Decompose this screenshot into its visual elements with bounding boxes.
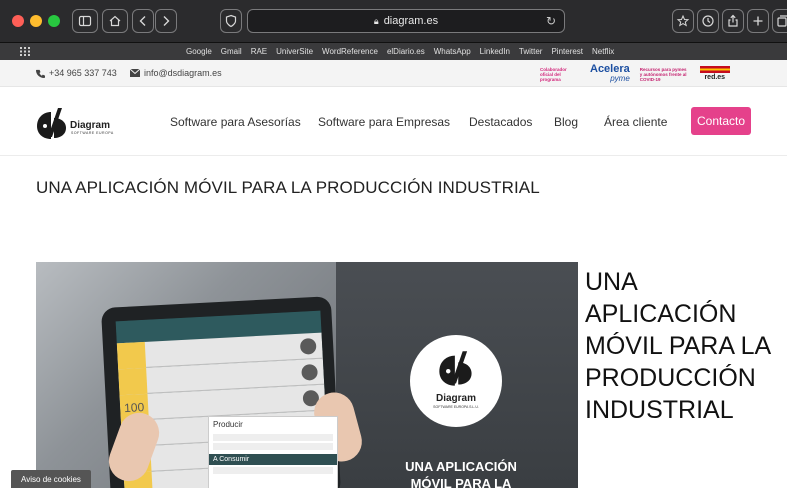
favorite-link[interactable]: Pinterest [551, 47, 583, 56]
tabs-icon [777, 15, 787, 27]
nav-blog[interactable]: Blog [554, 115, 578, 129]
page-title: UNA APLICACIÓN MÓVIL PARA LA PRODUCCIÓN … [36, 178, 540, 197]
nav-software-empresas[interactable]: Software para Empresas [318, 115, 450, 129]
lock-icon: 🔒︎ [373, 15, 379, 26]
email-link[interactable]: info@dsdiagram.es [130, 68, 222, 78]
contact-bar: +34 965 337 743 info@dsdiagram.es Colabo… [0, 60, 787, 87]
favorites-list: Google Gmail RAE UniverSite WordReference elD… [186, 43, 614, 60]
diagram-badge: Diagram SOFTWARE EUROPA S.L.U. [410, 335, 502, 427]
clock-icon [702, 15, 714, 27]
address-bar[interactable]: 🔒︎ diagram.es ↻ [247, 9, 565, 33]
nav-destacados[interactable]: Destacados [469, 115, 532, 129]
popup-subtitle: A Consumir [209, 454, 337, 465]
recursos-logo: Recursos para pymes y autónomos frente a… [639, 66, 687, 82]
close-window-button[interactable] [12, 15, 24, 27]
badge-tagline: SOFTWARE EUROPA S.L.U. [433, 405, 479, 409]
privacy-report-button[interactable] [220, 9, 242, 33]
phone-icon [36, 69, 45, 78]
home-icon [109, 15, 121, 27]
chevron-right-icon [163, 16, 170, 26]
sidebar-toggle-button[interactable] [72, 9, 98, 33]
forward-button[interactable] [155, 9, 177, 33]
red-es-logo: red.es [699, 66, 730, 82]
email-text: info@dsdiagram.es [144, 68, 222, 78]
phone-link[interactable]: +34 965 337 743 [36, 68, 117, 78]
favorite-link[interactable]: RAE [251, 47, 267, 56]
back-button[interactable] [132, 9, 154, 33]
contact-button[interactable]: Contacto [691, 107, 751, 135]
kit-digital-logo: Colaborador oficial del programa [540, 66, 567, 82]
new-tab-button[interactable] [747, 9, 769, 33]
history-button[interactable] [697, 9, 719, 33]
home-button[interactable] [102, 9, 128, 33]
favorite-link[interactable]: UniverSite [276, 47, 313, 56]
brand-name: Diagram [70, 120, 111, 131]
favorite-link[interactable]: WhatsApp [434, 47, 471, 56]
main-navigation: Diagram SOFTWARE EUROPA Software para As… [0, 88, 787, 156]
badge-brand: Diagram [435, 393, 476, 404]
favorites-bar: Google Gmail RAE UniverSite WordReference elD… [0, 43, 787, 60]
favorite-link[interactable]: Netflix [592, 47, 614, 56]
zoom-window-button[interactable] [48, 15, 60, 27]
share-icon [728, 14, 738, 27]
bookmark-button[interactable] [672, 9, 694, 33]
minimize-window-button[interactable] [30, 15, 42, 27]
favorite-link[interactable]: LinkedIn [480, 47, 510, 56]
diagram-logo-icon [37, 108, 66, 139]
sidebar-icon [78, 15, 92, 27]
nav-area-cliente[interactable]: Área cliente [604, 115, 667, 129]
grid-icon[interactable] [20, 47, 30, 56]
acelera-pyme-logo: Acelera pyme [590, 63, 630, 84]
plus-icon [753, 16, 763, 26]
envelope-icon [130, 69, 140, 77]
article-heading: UNA APLICACIÓN MÓVIL PARA LA PRODUCCIÓN … [585, 268, 770, 424]
hero-image: 100 150 Producir A Consumir Diagram SOFT… [36, 262, 578, 488]
browser-toolbar: 🔒︎ diagram.es ↻ [0, 0, 787, 43]
cookie-notice-button[interactable]: Aviso de cookies [11, 470, 91, 488]
star-icon [676, 14, 690, 27]
popup-title: Producir [213, 420, 243, 429]
brand-tagline: SOFTWARE EUROPA [71, 131, 114, 135]
phone-text: +34 965 337 743 [49, 68, 117, 78]
shield-icon [225, 14, 237, 28]
site-logo[interactable]: Diagram SOFTWARE EUROPA [34, 106, 124, 140]
share-button[interactable] [722, 9, 744, 33]
favorite-link[interactable]: Twitter [519, 47, 543, 56]
favorite-link[interactable]: WordReference [322, 47, 378, 56]
favorite-link[interactable]: Google [186, 47, 212, 56]
reload-icon[interactable]: ↻ [546, 14, 556, 28]
hero-caption: UNA APLICACIÓN MÓVIL PARA LA [405, 459, 517, 488]
produce-popup: Producir A Consumir [208, 416, 338, 488]
nav-software-asesorias[interactable]: Software para Asesorías [170, 115, 301, 129]
chevron-left-icon [139, 16, 146, 26]
favorite-link[interactable]: elDiario.es [387, 47, 425, 56]
favorite-link[interactable]: Gmail [221, 47, 242, 56]
url-text: diagram.es [383, 15, 439, 27]
diagram-logo-icon [439, 351, 472, 386]
tab-overview-button[interactable] [772, 9, 787, 33]
partner-logos: Colaborador oficial del programa Acelera… [540, 63, 730, 85]
